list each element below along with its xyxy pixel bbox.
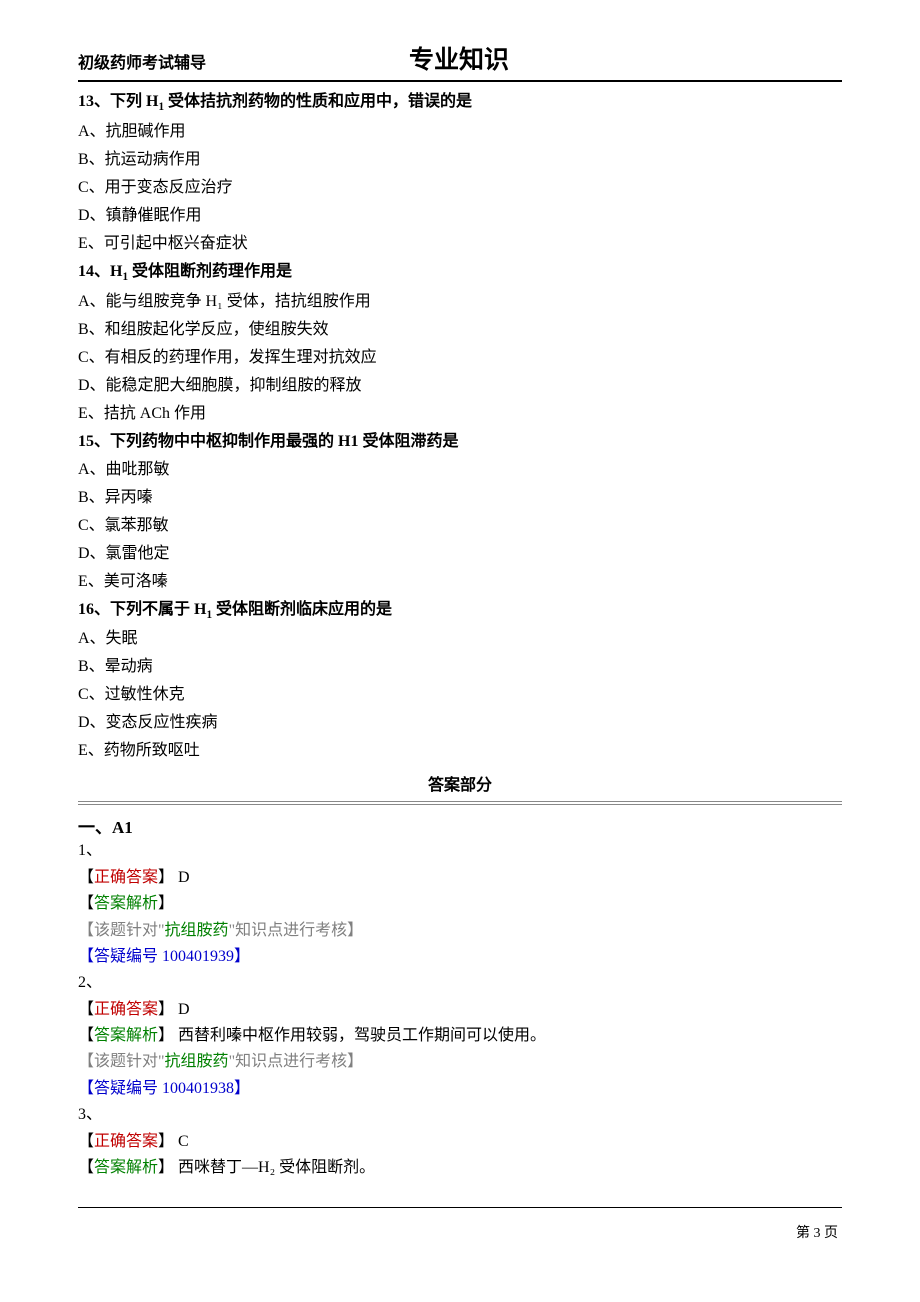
option-c: C、用于变态反应治疗: [78, 174, 842, 202]
stem-text-suffix: 受体阻断剂临床应用的是: [212, 601, 392, 618]
stem-text: 15、下列药物中中枢抑制作用最强的 H1 受体阻滞药是: [78, 433, 458, 450]
question-stem: 15、下列药物中中枢抑制作用最强的 H1 受体阻滞药是: [78, 428, 842, 456]
answer-3: 3、 【正确答案】 C 【答案解析】 西咪替丁—H₂ 受体阻断剂。: [78, 1102, 842, 1181]
section-label: 一、A1: [78, 813, 842, 838]
analysis-text: 西咪替丁—H₂ 受体阻断剂。: [174, 1159, 375, 1176]
option-d: D、氯雷他定: [78, 540, 842, 568]
correct-value: D: [174, 1001, 190, 1018]
stem-text-suffix: 受体拮抗剂药物的性质和应用中，错误的是: [164, 93, 472, 110]
question-stem: 13、下列 H1 受体拮抗剂药物的性质和应用中，错误的是: [78, 88, 842, 118]
correct-answer-row: 【正确答案】 C: [78, 1129, 842, 1155]
correct-label: 正确答案: [94, 869, 158, 886]
stem-text: 16、下列不属于 H: [78, 601, 206, 618]
analysis-text: 西替利嗪中枢作用较弱，驾驶员工作期间可以使用。: [174, 1027, 546, 1044]
answer-num: 2、: [78, 970, 842, 996]
question-stem: 14、H1 受体阻断剂药理作用是: [78, 258, 842, 288]
correct-label: 正确答案: [94, 1001, 158, 1018]
analysis-label: 答案解析: [94, 1159, 158, 1176]
analysis-label: 答案解析: [94, 1027, 158, 1044]
option-e: E、药物所致呕吐: [78, 737, 842, 765]
analysis-label: 答案解析: [94, 895, 158, 912]
option-a: A、失眠: [78, 625, 842, 653]
option-a: A、抗胆碱作用: [78, 118, 842, 146]
correct-answer-row: 【正确答案】 D: [78, 865, 842, 891]
stem-text: 14、H: [78, 263, 122, 280]
option-a: A、曲吡那敏: [78, 456, 842, 484]
note-prefix: 【该题针对": [78, 1053, 165, 1070]
answer-num: 1、: [78, 838, 842, 864]
note-row: 【该题针对"抗组胺药"知识点进行考核】: [78, 918, 842, 944]
note-topic: 抗组胺药: [165, 922, 229, 939]
option-d: D、变态反应性疾病: [78, 709, 842, 737]
stem-text-suffix: 受体阻断剂药理作用是: [128, 263, 292, 280]
question-14: 14、H1 受体阻断剂药理作用是 A、能与组胺竞争 H₁ 受体，拮抗组胺作用 B…: [78, 258, 842, 428]
question-16: 16、下列不属于 H1 受体阻断剂临床应用的是 A、失眠 B、晕动病 C、过敏性…: [78, 596, 842, 766]
note-prefix: 【该题针对": [78, 922, 165, 939]
option-d: D、镇静催眠作用: [78, 202, 842, 230]
note-topic: 抗组胺药: [165, 1053, 229, 1070]
note-row: 【该题针对"抗组胺药"知识点进行考核】: [78, 1049, 842, 1075]
option-c: C、过敏性休克: [78, 681, 842, 709]
answer-2: 2、 【正确答案】 D 【答案解析】 西替利嗪中枢作用较弱，驾驶员工作期间可以使…: [78, 970, 842, 1102]
page-container: 初级药师考试辅导 专业知识 13、下列 H1 受体拮抗剂药物的性质和应用中，错误…: [0, 0, 920, 1282]
analysis-row: 【答案解析】 西替利嗪中枢作用较弱，驾驶员工作期间可以使用。: [78, 1023, 842, 1049]
correct-label: 正确答案: [94, 1133, 158, 1150]
correct-answer-row: 【正确答案】 D: [78, 997, 842, 1023]
answer-1: 1、 【正确答案】 D 【答案解析】 【该题针对"抗组胺药"知识点进行考核】 【…: [78, 838, 842, 970]
question-stem: 16、下列不属于 H1 受体阻断剂临床应用的是: [78, 596, 842, 626]
option-b: B、抗运动病作用: [78, 146, 842, 174]
option-e: E、拮抗 ACh 作用: [78, 400, 842, 428]
qa-number-link[interactable]: 【答疑编号 100401939】: [78, 944, 842, 970]
qa-number-link[interactable]: 【答疑编号 100401938】: [78, 1076, 842, 1102]
note-suffix: "知识点进行考核】: [229, 1053, 364, 1070]
correct-value: D: [174, 869, 190, 886]
stem-text: 13、下列 H: [78, 93, 158, 110]
page-number: 第 3 页: [78, 1222, 842, 1242]
header-rule: [78, 80, 842, 82]
option-b: B、晕动病: [78, 653, 842, 681]
doc-title: 专业知识: [76, 40, 842, 76]
option-e: E、美可洛嗪: [78, 568, 842, 596]
note-suffix: "知识点进行考核】: [229, 922, 364, 939]
option-e: E、可引起中枢兴奋症状: [78, 230, 842, 258]
answer-num: 3、: [78, 1102, 842, 1128]
option-b: B、异丙嗪: [78, 484, 842, 512]
answers-heading: 答案部分: [78, 771, 842, 795]
option-c: C、氯苯那敏: [78, 512, 842, 540]
option-b: B、和组胺起化学反应，使组胺失效: [78, 316, 842, 344]
question-13: 13、下列 H1 受体拮抗剂药物的性质和应用中，错误的是 A、抗胆碱作用 B、抗…: [78, 88, 842, 258]
footer-rule: [78, 1207, 842, 1208]
option-c: C、有相反的药理作用，发挥生理对抗效应: [78, 344, 842, 372]
question-15: 15、下列药物中中枢抑制作用最强的 H1 受体阻滞药是 A、曲吡那敏 B、异丙嗪…: [78, 428, 842, 596]
option-a: A、能与组胺竞争 H₁ 受体，拮抗组胺作用: [78, 288, 842, 316]
correct-value: C: [174, 1133, 189, 1150]
answers-divider: [78, 801, 842, 805]
header: 初级药师考试辅导 专业知识: [78, 40, 842, 76]
option-d: D、能稳定肥大细胞膜，抑制组胺的释放: [78, 372, 842, 400]
analysis-row: 【答案解析】: [78, 891, 842, 917]
analysis-row: 【答案解析】 西咪替丁—H₂ 受体阻断剂。: [78, 1155, 842, 1181]
